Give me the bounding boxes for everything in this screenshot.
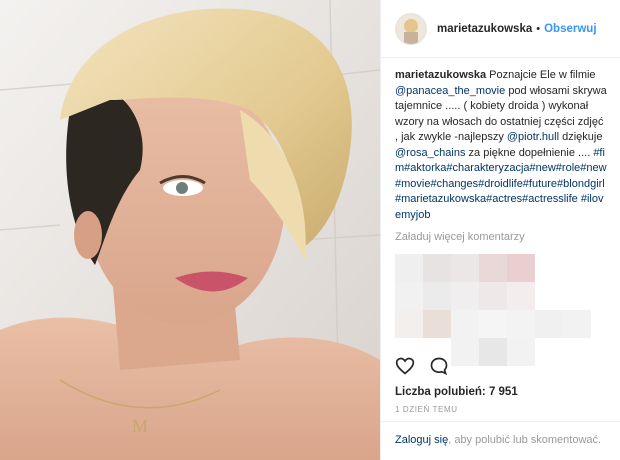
caption-mention-panacea[interactable]: @panacea_the_movie — [395, 85, 505, 97]
header-separator: • — [536, 22, 541, 35]
caption-username[interactable]: marietazukowska — [395, 69, 486, 81]
load-more-comments[interactable]: Załaduj więcej komentarzy — [395, 230, 608, 246]
post-sidebar: marietazukowska • Obserwuj marietazukows… — [380, 0, 620, 460]
instagram-post: M marietazukowska • Obserwuj marietazuko… — [0, 0, 620, 460]
post-actions — [395, 356, 449, 381]
caption-mention-rosa[interactable]: @rosa_chains — [395, 147, 465, 159]
avatar[interactable] — [395, 12, 427, 45]
caption-mention-piotr[interactable]: @piotr.hull — [507, 131, 559, 143]
caption-text-4: za piękne dopełnienie .... — [468, 146, 591, 159]
svg-text:M: M — [132, 416, 148, 436]
portrait-image: M — [0, 0, 380, 460]
follow-button[interactable]: Obserwuj — [544, 23, 596, 35]
post-timestamp[interactable]: 1 DZIEŃ TEMU — [395, 405, 458, 414]
post-header: marietazukowska • Obserwuj — [381, 0, 620, 58]
caption-text-1: Poznajcie Ele w filmie — [489, 69, 596, 81]
heart-icon[interactable] — [395, 356, 415, 381]
login-prompt-text: , aby polubić lub skomentować. — [448, 434, 602, 446]
post-photo[interactable]: M — [0, 0, 380, 460]
header-username[interactable]: marietazukowska — [437, 23, 532, 35]
likes-label: Liczba polubień: — [395, 386, 486, 398]
comment-icon[interactable] — [429, 356, 449, 381]
login-prompt: Zaloguj się, aby polubić lub skomentować… — [381, 421, 620, 446]
likes-count[interactable]: Liczba polubień: 7 951 — [395, 386, 518, 398]
login-link[interactable]: Zaloguj się — [395, 434, 448, 446]
post-caption: marietazukowska Poznajcie Ele w filmie @… — [395, 68, 608, 223]
caption-text-3: dziękuje — [562, 131, 603, 143]
comments-section: marietazukowska Poznajcie Ele w filmie @… — [381, 58, 620, 376]
likes-number: 7 951 — [488, 386, 518, 398]
